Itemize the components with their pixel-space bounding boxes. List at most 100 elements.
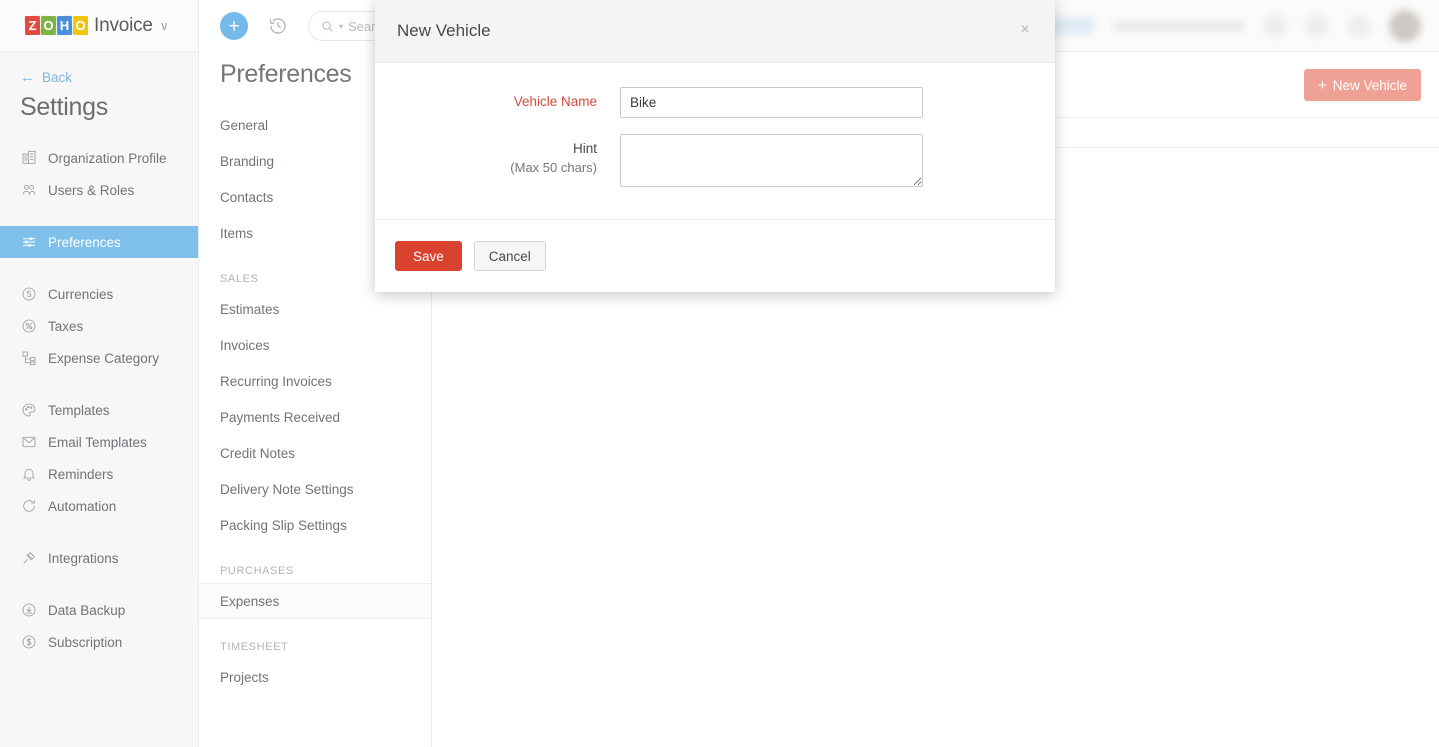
building-icon: [20, 150, 37, 167]
sidebar-item-reminders[interactable]: Reminders: [0, 458, 198, 490]
preferences-item-packing-slip-settings[interactable]: Packing Slip Settings: [199, 507, 431, 543]
sidebar-item-label: Currencies: [48, 287, 113, 302]
sliders-icon: [20, 234, 37, 251]
sidebar-item-currencies[interactable]: Currencies: [0, 278, 198, 310]
save-button[interactable]: Save: [395, 241, 462, 271]
sidebar-item-integrations[interactable]: Integrations: [0, 542, 198, 574]
sidebar-item-label: Data Backup: [48, 603, 125, 618]
organization-name[interactable]: [1113, 21, 1245, 31]
hint-sublabel: (Max 50 chars): [375, 159, 597, 178]
sidebar-item-label: Subscription: [48, 635, 122, 650]
envelope-icon: [20, 434, 37, 451]
new-vehicle-button-label: New Vehicle: [1333, 78, 1407, 93]
sidebar-item-users-roles[interactable]: Users & Roles: [0, 174, 198, 206]
quick-create-button[interactable]: +: [220, 12, 248, 40]
preferences-item-expenses[interactable]: Expenses: [199, 583, 431, 619]
settings-heading: Settings: [0, 85, 198, 142]
sidebar-item-label: Templates: [48, 403, 110, 418]
form-row-vehicle-name: Vehicle Name: [375, 87, 1055, 118]
nav-group-spacer: [0, 374, 198, 394]
sidebar-item-label: Organization Profile: [48, 151, 167, 166]
app-root: Z O H O Invoice ∨ ← Back Settings Organi…: [0, 0, 1439, 747]
preferences-item-label: Recurring Invoices: [220, 374, 332, 389]
preferences-item-label: Payments Received: [220, 410, 340, 425]
chevron-down-icon[interactable]: ∨: [160, 19, 169, 33]
preferences-group-label: PURCHASES: [199, 543, 431, 583]
preferences-item-label: Items: [220, 226, 253, 241]
sidebar-item-automation[interactable]: Automation: [0, 490, 198, 522]
sidebar-item-taxes[interactable]: Taxes: [0, 310, 198, 342]
back-link-label: Back: [42, 70, 72, 85]
search-scope-caret-icon[interactable]: ▾: [339, 22, 343, 31]
hierarchy-icon: [20, 350, 37, 367]
sidebar-item-data-backup[interactable]: Data Backup: [0, 594, 198, 626]
preferences-group-label: TIMESHEET: [199, 619, 431, 659]
preferences-item-estimates[interactable]: Estimates: [199, 291, 431, 327]
top-bar-right-tools: [1023, 0, 1421, 52]
dialog-body: Vehicle Name Hint(Max 50 chars): [375, 63, 1055, 220]
new-vehicle-button[interactable]: + New Vehicle: [1304, 69, 1421, 101]
close-icon[interactable]: ×: [1015, 20, 1035, 40]
search-icon: [321, 20, 334, 33]
zoho-logo[interactable]: Z O H O: [25, 16, 88, 35]
preferences-item-label: Contacts: [220, 190, 273, 205]
hint-label: Hint(Max 50 chars): [375, 134, 620, 187]
hint-input[interactable]: [620, 134, 923, 187]
currency-icon: [20, 286, 37, 303]
sidebar-item-label: Email Templates: [48, 435, 147, 450]
nav-group-spacer: [0, 522, 198, 542]
nav-group-spacer: [0, 574, 198, 594]
sidebar-item-label: Reminders: [48, 467, 113, 482]
users-icon: [20, 182, 37, 199]
palette-icon: [20, 402, 37, 419]
preferences-item-label: Invoices: [220, 338, 270, 353]
preferences-item-recurring-invoices[interactable]: Recurring Invoices: [199, 363, 431, 399]
vehicle-name-input[interactable]: [620, 87, 923, 118]
dialog-header: New Vehicle ×: [375, 0, 1055, 63]
sidebar-item-label: Preferences: [48, 235, 121, 250]
settings-nav-list: Organization Profile Users & Roles Prefere…: [0, 142, 198, 658]
help-icon[interactable]: [1263, 14, 1287, 38]
preferences-item-label: Expenses: [220, 594, 279, 609]
notifications-icon[interactable]: [1305, 14, 1329, 38]
cancel-button[interactable]: Cancel: [474, 241, 546, 271]
zoho-logo-tile-h: H: [57, 16, 72, 35]
avatar[interactable]: [1389, 10, 1421, 42]
preferences-item-projects[interactable]: Projects: [199, 659, 431, 695]
clock-history-icon[interactable]: [266, 14, 290, 38]
sidebar-item-preferences[interactable]: Preferences: [0, 226, 198, 258]
preferences-item-invoices[interactable]: Invoices: [199, 327, 431, 363]
sidebar-item-subscription[interactable]: Subscription: [0, 626, 198, 658]
vehicle-form: Vehicle Name Hint(Max 50 chars): [375, 87, 1055, 187]
arrow-left-icon: ←: [20, 70, 35, 85]
bell-icon: [20, 466, 37, 483]
sidebar-item-email-templates[interactable]: Email Templates: [0, 426, 198, 458]
sidebar-item-label: Users & Roles: [48, 183, 134, 198]
back-link[interactable]: ← Back: [0, 52, 198, 85]
plug-icon: [20, 550, 37, 567]
sidebar-item-label: Expense Category: [48, 351, 159, 366]
sidebar-item-organization-profile[interactable]: Organization Profile: [0, 142, 198, 174]
apps-icon[interactable]: [1347, 14, 1371, 38]
sidebar-item-templates[interactable]: Templates: [0, 394, 198, 426]
brand-bar: Z O H O Invoice ∨: [0, 0, 198, 52]
plus-icon: +: [1318, 78, 1327, 93]
dialog-footer: Save Cancel: [375, 220, 1055, 292]
refresh-icon: [20, 498, 37, 515]
sidebar-item-expense-category[interactable]: Expense Category: [0, 342, 198, 374]
preferences-item-label: Projects: [220, 670, 269, 685]
zoho-logo-tile-o2: O: [73, 16, 88, 35]
preferences-item-label: General: [220, 118, 268, 133]
preferences-item-credit-notes[interactable]: Credit Notes: [199, 435, 431, 471]
new-vehicle-dialog: New Vehicle × Vehicle Name Hint(Max 50 ch…: [375, 0, 1055, 292]
nav-group-spacer: [0, 206, 198, 226]
dialog-title: New Vehicle: [397, 21, 491, 41]
sidebar-item-label: Integrations: [48, 551, 119, 566]
zoho-logo-tile-o1: O: [41, 16, 56, 35]
form-row-hint: Hint(Max 50 chars): [375, 134, 1055, 187]
zoho-logo-tile-z: Z: [25, 16, 40, 35]
download-circle-icon: [20, 602, 37, 619]
preferences-item-label: Delivery Note Settings: [220, 482, 354, 497]
preferences-item-payments-received[interactable]: Payments Received: [199, 399, 431, 435]
preferences-item-delivery-note-settings[interactable]: Delivery Note Settings: [199, 471, 431, 507]
